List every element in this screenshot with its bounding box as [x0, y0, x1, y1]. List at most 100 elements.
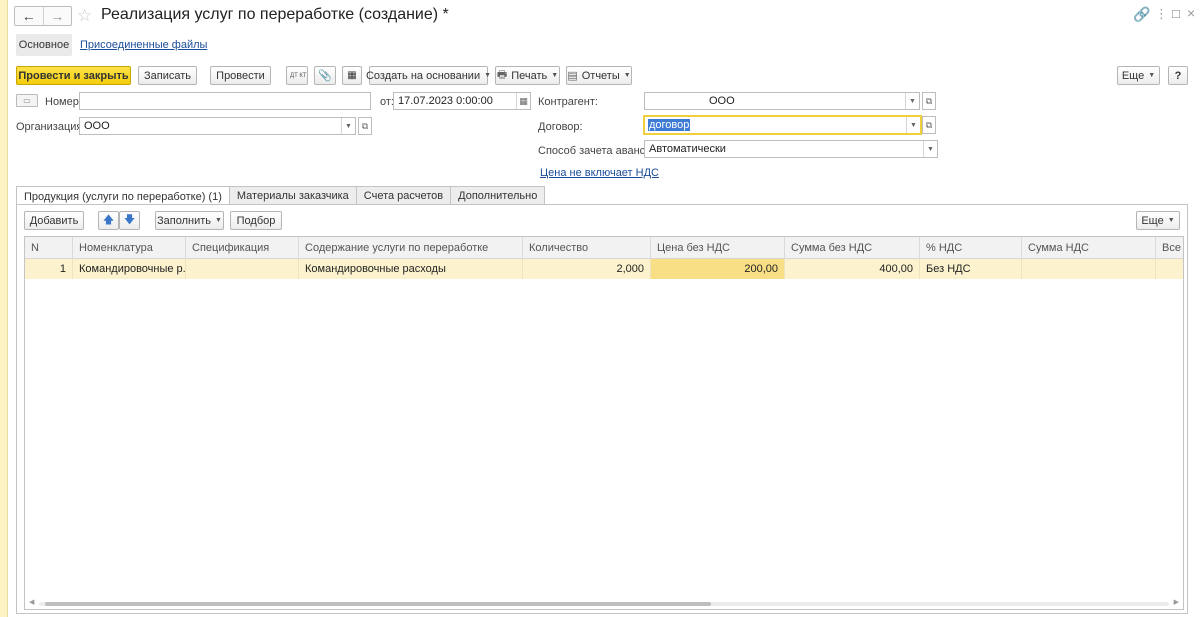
favorite-star-icon[interactable]: ☆ [77, 6, 92, 26]
open-contract-icon[interactable]: ⧉ [922, 116, 936, 134]
navigation-buttons: ← → [14, 6, 72, 26]
section-main[interactable]: Основное [16, 34, 72, 56]
cell-vat-amount[interactable] [1022, 259, 1156, 279]
cell-quantity[interactable]: 2,000 [523, 259, 651, 279]
open-counterparty-icon[interactable]: ⧉ [922, 92, 936, 110]
column-header[interactable]: Цена без НДС [651, 237, 785, 259]
chevron-down-icon: ▼ [1167, 217, 1175, 224]
date-field[interactable]: 17.07.2023 0:00:00 ▦ [393, 92, 531, 110]
tab-customer-materials[interactable]: Материалы заказчика [228, 186, 357, 205]
maximize-icon[interactable]: ☐ [1171, 8, 1181, 21]
organization-label: Организация: [16, 121, 86, 133]
chevron-down-icon[interactable]: ▼ [923, 141, 937, 157]
link-icon[interactable]: 🔗 [1133, 6, 1150, 23]
number-edit-icon[interactable]: ▭ [16, 94, 38, 107]
arrow-down-icon: 🡇 [123, 214, 136, 226]
column-header[interactable]: Спецификация [186, 237, 299, 259]
vat-price-link[interactable]: Цена не включает НДС [540, 167, 659, 179]
chevron-down-icon: ▼ [551, 72, 559, 79]
table-header: N Номенклатура Спецификация Содержание у… [25, 237, 1183, 259]
chevron-down-icon: ▼ [1148, 72, 1156, 79]
advance-method-select[interactable]: Автоматически ▼ [644, 140, 938, 158]
fill-label: Заполнить [157, 214, 212, 227]
help-button[interactable]: ? [1168, 66, 1188, 85]
column-header[interactable]: Сумма без НДС [785, 237, 920, 259]
chevron-down-icon[interactable]: ▼ [906, 117, 920, 133]
column-header[interactable]: % НДС [920, 237, 1022, 259]
cell-total[interactable] [1156, 259, 1183, 279]
dtkt-icon: ДТ КТ [290, 72, 307, 79]
chevron-down-icon: ▼ [484, 72, 492, 79]
scroll-right-icon[interactable]: ▶ [1174, 598, 1179, 606]
cell-service-content[interactable]: Командировочные расходы [299, 259, 523, 279]
table-row[interactable]: 1 Командировочные р... Командировочные р… [25, 259, 1183, 279]
organization-value: ООО [84, 120, 110, 132]
more-button[interactable]: Еще ▼ [1117, 66, 1160, 85]
page-title: Реализация услуг по переработке (создани… [101, 6, 449, 23]
cell-amount[interactable]: 400,00 [785, 259, 920, 279]
post-and-close-button[interactable]: Провести и закрыть [16, 66, 131, 85]
reports-button[interactable]: ▤ Отчеты ▼ [566, 66, 632, 85]
scroll-thumb[interactable] [45, 602, 711, 606]
contract-field[interactable]: договор ▼ [643, 115, 922, 135]
printer-icon: 🖶 [496, 69, 508, 81]
tab-products[interactable]: Продукция (услуги по переработке) (1) [16, 186, 230, 206]
print-label: Печать [511, 69, 548, 82]
left-strip [0, 0, 8, 617]
open-organization-icon[interactable]: ⧉ [358, 117, 372, 135]
pick-button[interactable]: Подбор [230, 211, 282, 230]
organization-field[interactable]: ООО ▼ [79, 117, 356, 135]
column-header[interactable]: N [25, 237, 73, 259]
chevron-down-icon: ▼ [215, 217, 222, 224]
chevron-down-icon[interactable]: ▼ [905, 93, 919, 109]
cell-vat-rate[interactable]: Без НДС [920, 259, 1022, 279]
contract-label: Договор: [538, 121, 583, 133]
advance-label: Способ зачета авансов: [538, 145, 661, 157]
document-tabs: Продукция (услуги по переработке) (1) Ма… [16, 186, 546, 206]
column-header[interactable]: Количество [523, 237, 651, 259]
date-value: 17.07.2023 0:00:00 [398, 95, 493, 107]
print-button[interactable]: 🖶 Печать ▼ [495, 66, 560, 85]
more-label: Еще [1121, 69, 1145, 82]
attach-button[interactable]: 📎 [314, 66, 336, 85]
cell-nomenclature[interactable]: Командировочные р... [73, 259, 186, 279]
structure-button[interactable]: ▦ [342, 66, 362, 85]
menu-icon[interactable]: ⋮ [1155, 6, 1168, 22]
save-button[interactable]: Записать [138, 66, 197, 85]
move-down-button[interactable]: 🡇 [119, 211, 140, 230]
fill-button[interactable]: Заполнить ▼ [155, 211, 224, 230]
dtkt-button[interactable]: ДТ КТ [286, 66, 308, 85]
table-more-button[interactable]: Еще ▼ [1136, 211, 1180, 230]
tab-additional[interactable]: Дополнительно [450, 186, 546, 205]
structure-icon: ▦ [347, 70, 357, 81]
reports-label: Отчеты [581, 69, 620, 82]
column-header[interactable]: Содержание услуги по переработке [299, 237, 523, 259]
calendar-icon[interactable]: ▦ [516, 93, 530, 109]
post-button[interactable]: Провести [210, 66, 271, 85]
scroll-left-icon[interactable]: ◀ [29, 598, 34, 606]
advance-method-value: Автоматически [649, 143, 726, 155]
close-icon[interactable]: × [1187, 5, 1195, 21]
section-attached-files[interactable]: Присоединенные файлы [80, 39, 207, 51]
column-header[interactable]: Сумма НДС [1022, 237, 1156, 259]
create-based-on-button[interactable]: Создать на основании ▼ [366, 66, 492, 85]
paperclip-icon: 📎 [318, 70, 332, 82]
number-field[interactable] [79, 92, 371, 110]
tab-accounts[interactable]: Счета расчетов [355, 186, 452, 205]
horizontal-scrollbar[interactable]: ◀ ▶ [27, 599, 1181, 607]
table-more-label: Еще [1141, 214, 1164, 227]
counterparty-field[interactable]: ООО ▼ [644, 92, 920, 110]
cell-number: 1 [25, 259, 73, 279]
cell-price[interactable]: 200,00 [651, 259, 785, 279]
chevron-down-icon[interactable]: ▼ [341, 118, 355, 134]
date-label: от: [380, 96, 394, 108]
column-header[interactable]: Все [1156, 237, 1183, 259]
cell-specification[interactable] [186, 259, 299, 279]
back-arrow-icon[interactable]: ← [15, 7, 43, 25]
column-header[interactable]: Номенклатура [73, 237, 186, 259]
move-up-button[interactable]: 🡅 [98, 211, 119, 230]
forward-arrow-icon[interactable]: → [42, 7, 72, 25]
contract-value: договор [648, 119, 691, 131]
add-row-button[interactable]: Добавить [24, 211, 84, 230]
number-label: Номер: [45, 96, 82, 108]
